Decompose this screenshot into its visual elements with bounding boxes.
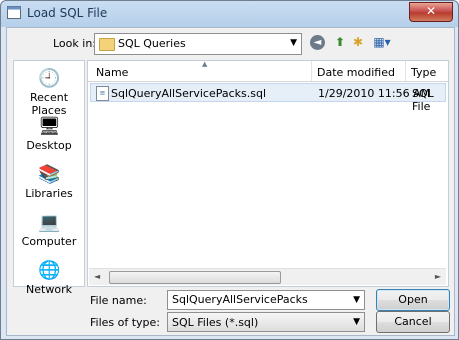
file-name-input[interactable] bbox=[172, 293, 342, 306]
file-list[interactable]: ▲ Name Date modified Type ≡ SqlQueryAllS… bbox=[87, 60, 449, 287]
scroll-thumb[interactable] bbox=[109, 271, 281, 284]
look-in-value: SQL Queries bbox=[118, 37, 186, 50]
app-icon bbox=[7, 6, 21, 19]
network-icon: 🌐 bbox=[38, 260, 61, 281]
place-label: Recent Places bbox=[29, 91, 69, 117]
back-button[interactable]: ◄ bbox=[310, 35, 325, 50]
window-title: Load SQL File bbox=[27, 6, 108, 20]
place-label: Desktop bbox=[26, 139, 72, 152]
cancel-button[interactable]: Cancel bbox=[376, 311, 450, 333]
files-of-type-dropdown[interactable]: SQL Files (*.sql) ▼ bbox=[167, 312, 365, 332]
scroll-right-icon[interactable]: ► bbox=[435, 272, 441, 281]
places-bar: 🕘 Recent Places 🖥 Desktop 📚 Libraries 💻 … bbox=[13, 60, 85, 296]
column-header-type[interactable]: Type bbox=[411, 66, 436, 79]
folder-icon bbox=[99, 38, 115, 51]
recent-places-icon: 🕘 bbox=[38, 68, 61, 89]
files-of-type-label: Files of type: bbox=[90, 316, 161, 329]
file-name-label: File name: bbox=[90, 294, 147, 307]
place-label: Network bbox=[26, 283, 72, 296]
new-folder-button[interactable]: ✱ bbox=[349, 33, 367, 51]
file-type: SQL File bbox=[412, 87, 434, 113]
close-icon: ✕ bbox=[425, 4, 437, 18]
chevron-down-icon[interactable]: ▼ bbox=[353, 317, 360, 327]
files-of-type-value: SQL Files (*.sql) bbox=[172, 316, 259, 329]
desktop-icon: 🖥 bbox=[38, 116, 61, 137]
place-computer[interactable]: 💻 Computer bbox=[14, 212, 84, 249]
place-recent-places[interactable]: 🕘 Recent Places bbox=[14, 68, 84, 118]
column-header-date-modified[interactable]: Date modified bbox=[317, 66, 395, 79]
sql-file-icon: ≡ bbox=[96, 86, 109, 101]
column-header-name[interactable]: Name bbox=[96, 66, 128, 79]
chevron-down-icon[interactable]: ▼ bbox=[353, 295, 360, 305]
open-button[interactable]: Open bbox=[376, 289, 450, 311]
place-label: Libraries bbox=[25, 187, 73, 200]
column-header-row: ▲ Name Date modified Type bbox=[88, 61, 448, 82]
chevron-down-icon[interactable]: ▼ bbox=[290, 38, 297, 48]
column-divider[interactable] bbox=[405, 61, 406, 81]
up-one-level-button[interactable]: ⬆ bbox=[331, 33, 349, 51]
look-in-dropdown[interactable]: SQL Queries ▼ bbox=[94, 33, 302, 55]
place-desktop[interactable]: 🖥 Desktop bbox=[14, 116, 84, 153]
look-in-label: Look in: bbox=[53, 37, 96, 50]
place-libraries[interactable]: 📚 Libraries bbox=[14, 164, 84, 201]
place-network[interactable]: 🌐 Network bbox=[14, 260, 84, 297]
horizontal-scrollbar[interactable]: ◄ ► bbox=[89, 268, 446, 285]
close-button[interactable]: ✕ bbox=[409, 2, 453, 22]
column-divider[interactable] bbox=[311, 61, 312, 81]
libraries-icon: 📚 bbox=[38, 164, 61, 185]
file-name-combo[interactable]: ▼ bbox=[167, 290, 365, 310]
place-label: Computer bbox=[21, 235, 77, 248]
views-menu-button[interactable]: ▦▾ bbox=[368, 33, 396, 51]
file-name: SqlQueryAllServicePacks.sql bbox=[111, 87, 267, 100]
dialog-client-area: Look in: SQL Queries ▼ ◄ ⬆ ✱ ▦▾ 🕘 Recent… bbox=[6, 27, 455, 336]
load-sql-file-dialog: Load SQL File ✕ Look in: SQL Queries ▼ ◄… bbox=[0, 0, 459, 340]
title-bar[interactable]: Load SQL File ✕ bbox=[1, 1, 458, 25]
computer-icon: 💻 bbox=[38, 212, 61, 233]
scroll-left-icon[interactable]: ◄ bbox=[94, 272, 100, 281]
sort-ascending-icon: ▲ bbox=[202, 60, 208, 68]
file-row[interactable]: ≡ SqlQueryAllServicePacks.sql 1/29/2010 … bbox=[90, 83, 446, 113]
